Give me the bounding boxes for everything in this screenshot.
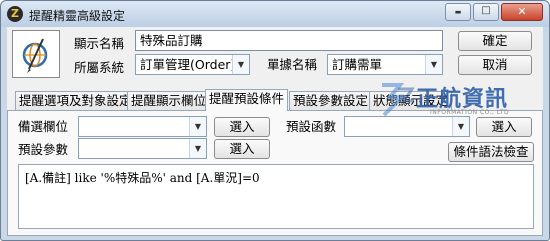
system-label: 所屬系統 [74, 60, 125, 75]
tab-status-display[interactable]: 狀態顯示設定 [369, 91, 453, 110]
function-label: 預設函數 [286, 119, 337, 134]
syntax-check-button[interactable]: 條件語法檢查 [448, 142, 534, 162]
condition-expression-textarea[interactable]: [A.備註] like '%特殊品%' and [A.單況]=0 [18, 164, 534, 229]
minimize-button[interactable]: ▬ [445, 3, 471, 21]
chevron-down-icon[interactable]: ▼ [425, 55, 442, 74]
param-label: 預設參數 [18, 142, 69, 157]
chevron-down-icon[interactable]: ▼ [232, 55, 249, 74]
field-select[interactable]: ▼ [78, 116, 207, 137]
function-select[interactable]: ▼ [344, 116, 470, 137]
close-icon: ✕ [517, 5, 527, 18]
window-controls: ▬ □ ✕ [445, 3, 543, 21]
cancel-button[interactable]: 取消 [458, 55, 532, 75]
tab-default-conditions[interactable]: 提醒預設條件 [205, 89, 289, 111]
display-name-input[interactable]: 特殊品訂購 [135, 30, 443, 51]
form-logo [12, 30, 60, 78]
maximize-icon: □ [481, 5, 491, 16]
tab-default-params[interactable]: 預設參數設定 [289, 91, 373, 110]
globe-pen-icon [22, 38, 48, 73]
display-name-label: 顯示名稱 [74, 36, 125, 51]
conditions-panel: 備選欄位 ▼ 選入 預設函數 ▼ 選入 預設參數 ▼ 選入 條件語法檢查 [A.… [7, 110, 543, 236]
tab-options-targets[interactable]: 提醒選項及對象設定 [15, 91, 136, 110]
form-name-label: 單據名稱 [267, 57, 318, 72]
system-select-value: 訂單管理(Order) [140, 57, 236, 72]
field-label: 備選欄位 [18, 119, 69, 134]
function-select-button[interactable]: 選入 [476, 117, 532, 137]
confirm-button[interactable]: 確定 [458, 31, 532, 51]
tab-display-fields[interactable]: 提醒顯示欄位 [127, 91, 211, 110]
window-title: 提醒精靈高級設定 [29, 9, 126, 23]
param-select[interactable]: ▼ [78, 138, 207, 159]
title-bar[interactable]: Z 提醒精靈高級設定 ▬ □ ✕ [1, 1, 549, 27]
chevron-down-icon[interactable]: ▼ [452, 117, 469, 136]
tab-strip: 提醒選項及對象設定 提醒顯示欄位 提醒預設條件 預設參數設定 狀態顯示設定 [7, 89, 543, 111]
form-name-select[interactable]: 訂購需單 ▼ [327, 54, 443, 75]
chevron-down-icon[interactable]: ▼ [189, 117, 206, 136]
form-name-select-value: 訂購需單 [332, 57, 383, 72]
close-button[interactable]: ✕ [501, 3, 543, 21]
maximize-button[interactable]: □ [473, 3, 499, 21]
system-select[interactable]: 訂單管理(Order) ▼ [135, 54, 250, 75]
dialog-body: 顯示名稱 特殊品訂購 確定 所屬系統 訂單管理(Order) ▼ 單據名稱 訂購… [7, 27, 543, 236]
param-select-button[interactable]: 選入 [214, 139, 270, 159]
dialog-window: Z 提醒精靈高級設定 ▬ □ ✕ 顯示名稱 特殊品訂購 確定 所屬系統 訂單管理… [0, 0, 550, 241]
chevron-down-icon[interactable]: ▼ [189, 139, 206, 158]
app-logo-icon: Z [7, 6, 23, 22]
minimize-icon: ▬ [454, 8, 462, 16]
field-select-button[interactable]: 選入 [214, 117, 270, 137]
